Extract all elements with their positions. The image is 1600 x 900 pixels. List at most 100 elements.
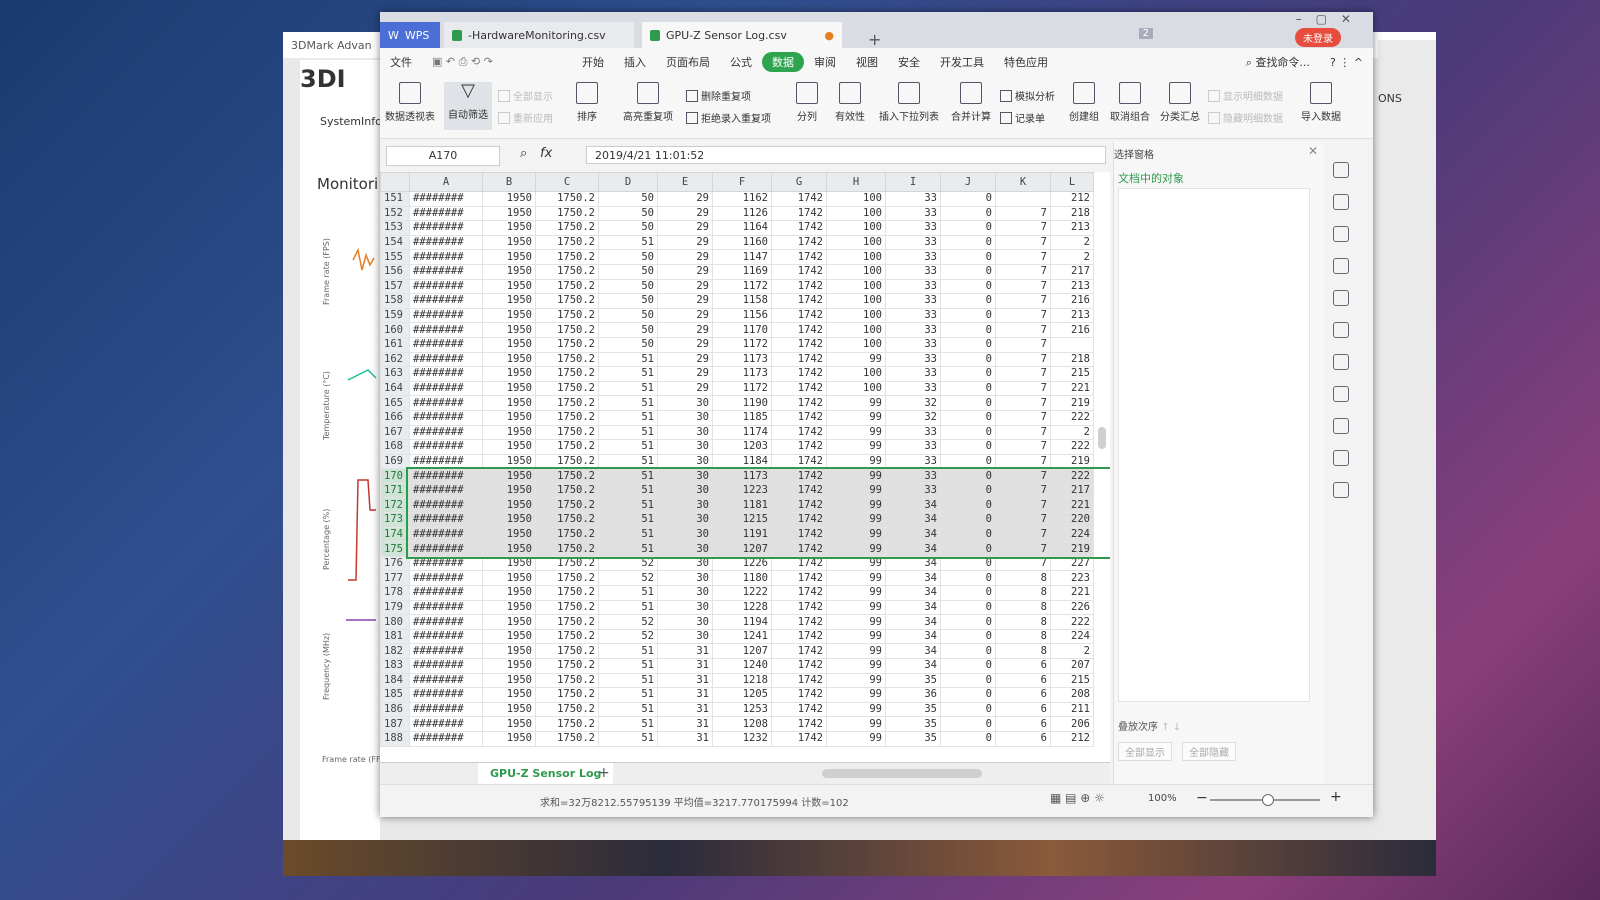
autofilter-button[interactable]: ▽ 自动筛选 (444, 82, 492, 130)
cell[interactable]: 1240 (712, 658, 772, 674)
cell[interactable]: 1750.2 (535, 307, 599, 324)
window-controls[interactable]: –▢✕ (1296, 12, 1365, 26)
cell[interactable]: 30 (657, 555, 713, 572)
cell[interactable]: 1170 (712, 322, 772, 338)
cell[interactable]: 29 (657, 191, 713, 207)
cell[interactable]: 1172 (712, 278, 772, 295)
cell[interactable]: 51 (598, 716, 658, 732)
menu-view[interactable]: 视图 (846, 54, 888, 70)
cell[interactable]: 33 (885, 468, 941, 484)
cell[interactable]: 30 (657, 395, 713, 411)
cell[interactable]: 1750.2 (535, 555, 599, 572)
cell[interactable]: 29 (657, 307, 713, 324)
cell[interactable]: 51 (598, 643, 658, 659)
quick-access-toolbar[interactable]: ▣ ↶ ⎙ ⟲ ↷ (422, 55, 572, 69)
cell[interactable]: 51 (598, 351, 658, 368)
cell[interactable]: 51 (598, 687, 658, 703)
cell[interactable]: 0 (940, 585, 996, 601)
cell[interactable]: 51 (598, 380, 658, 397)
cell[interactable]: 51 (598, 512, 658, 528)
cell[interactable]: 33 (885, 482, 941, 499)
cell[interactable]: 216 (1050, 322, 1094, 338)
cell[interactable]: 33 (885, 380, 941, 397)
table-row[interactable]: 186 ######## 1950 1750.2 51 31 1253 1742 99 35 0 6 2… (380, 701, 1094, 718)
zoom-magnifier-icon[interactable]: ⌕ (520, 146, 527, 161)
cell[interactable]: 1742 (771, 599, 827, 616)
cell[interactable]: 1742 (771, 439, 827, 455)
cell[interactable]: 0 (940, 366, 996, 382)
cell[interactable]: 1742 (771, 395, 827, 411)
cell[interactable]: 30 (657, 614, 713, 630)
cell[interactable]: 34 (885, 497, 941, 514)
cell[interactable]: ######## (409, 730, 483, 747)
cell[interactable]: 1742 (771, 234, 827, 251)
cell[interactable]: ######## (409, 205, 483, 222)
cell[interactable]: 7 (995, 395, 1051, 411)
cell[interactable]: 1750.2 (535, 716, 599, 732)
cell[interactable]: 1750.2 (535, 730, 599, 747)
star-icon[interactable] (1333, 322, 1349, 338)
cell[interactable]: 1750.2 (535, 191, 599, 207)
cell[interactable]: 219 (1050, 453, 1094, 470)
cell[interactable]: 7 (995, 351, 1051, 368)
cell[interactable]: 1742 (771, 263, 827, 280)
cell[interactable]: 1742 (771, 482, 827, 499)
cell[interactable]: 1950 (482, 497, 536, 514)
cell[interactable]: 1742 (771, 716, 827, 732)
cell[interactable]: 99 (826, 628, 886, 645)
cell[interactable]: 34 (885, 512, 941, 528)
cell[interactable]: ######## (409, 249, 483, 265)
cell[interactable]: 1950 (482, 716, 536, 732)
zoom-slider-handle[interactable] (1262, 794, 1274, 806)
show-all-objects-button[interactable]: 全部显示 (1118, 742, 1172, 761)
cell[interactable]: ######## (409, 468, 483, 484)
table-row[interactable]: 161 ######## 1950 1750.2 50 29 1172 1742 100 33 0 7 (380, 336, 1094, 353)
cell[interactable] (995, 191, 1051, 207)
column-header-f[interactable]: F (712, 172, 772, 192)
cell[interactable]: 1742 (771, 526, 827, 543)
table-row[interactable]: 174 ######## 1950 1750.2 51 30 1191 1742 99 34 0 7 2… (380, 526, 1094, 543)
table-row[interactable]: 181 ######## 1950 1750.2 52 30 1241 1742 99 34 0 8 2… (380, 628, 1094, 645)
cell[interactable]: 1742 (771, 687, 827, 703)
cell[interactable]: ######## (409, 263, 483, 280)
cell[interactable]: 1950 (482, 628, 536, 645)
ungroup-button[interactable]: 取消组合 (1106, 82, 1154, 123)
3dmark-systeminfo-tab[interactable]: SystemInfo (320, 115, 382, 128)
sheet-table[interactable]: ABCDEFGHIJKL 151 ######## 1950 1750.2 50 29 11… (380, 172, 1094, 747)
record-form-button[interactable]: 记录单 (1000, 110, 1045, 125)
cell[interactable]: 1950 (482, 220, 536, 236)
cell[interactable]: ######## (409, 585, 483, 601)
cell[interactable]: 227 (1050, 555, 1094, 572)
tab-gpuz-log[interactable]: GPU-Z Sensor Log.csv ● (642, 22, 842, 48)
close-icon[interactable]: ✕ (1308, 144, 1318, 158)
cell[interactable]: ######## (409, 336, 483, 353)
cell[interactable]: 99 (826, 526, 886, 543)
row-header[interactable]: 170 (380, 468, 410, 484)
cell[interactable]: 2 (1050, 249, 1094, 265)
table-row[interactable]: 166 ######## 1950 1750.2 51 30 1185 1742 99 32 0 7 2… (380, 409, 1094, 426)
fx-icon[interactable]: fx (540, 146, 552, 161)
row-header[interactable]: 158 (380, 293, 410, 309)
cell[interactable]: 0 (940, 424, 996, 441)
cell[interactable]: 0 (940, 439, 996, 455)
sort-button[interactable]: 排序 (566, 82, 608, 123)
row-header[interactable]: 155 (380, 249, 410, 265)
cell[interactable]: 51 (598, 541, 658, 557)
cell[interactable]: 34 (885, 526, 941, 543)
cell[interactable]: 51 (598, 409, 658, 426)
split-column-button[interactable]: 分列 (790, 82, 824, 123)
cell[interactable]: 50 (598, 322, 658, 338)
cell[interactable]: 50 (598, 336, 658, 353)
cell[interactable]: 8 (995, 570, 1051, 587)
cell[interactable]: 1750.2 (535, 424, 599, 441)
cell[interactable]: 1181 (712, 497, 772, 514)
cell[interactable]: 99 (826, 541, 886, 557)
cell[interactable]: 1950 (482, 395, 536, 411)
cell[interactable]: 30 (657, 599, 713, 616)
table-row[interactable]: 170 ######## 1950 1750.2 51 30 1173 1742 99 33 0 7 2… (380, 468, 1094, 484)
row-header[interactable]: 162 (380, 351, 410, 368)
cell[interactable]: 1742 (771, 336, 827, 353)
cell[interactable]: 34 (885, 599, 941, 616)
cell[interactable]: 29 (657, 205, 713, 222)
cell[interactable]: 217 (1050, 263, 1094, 280)
